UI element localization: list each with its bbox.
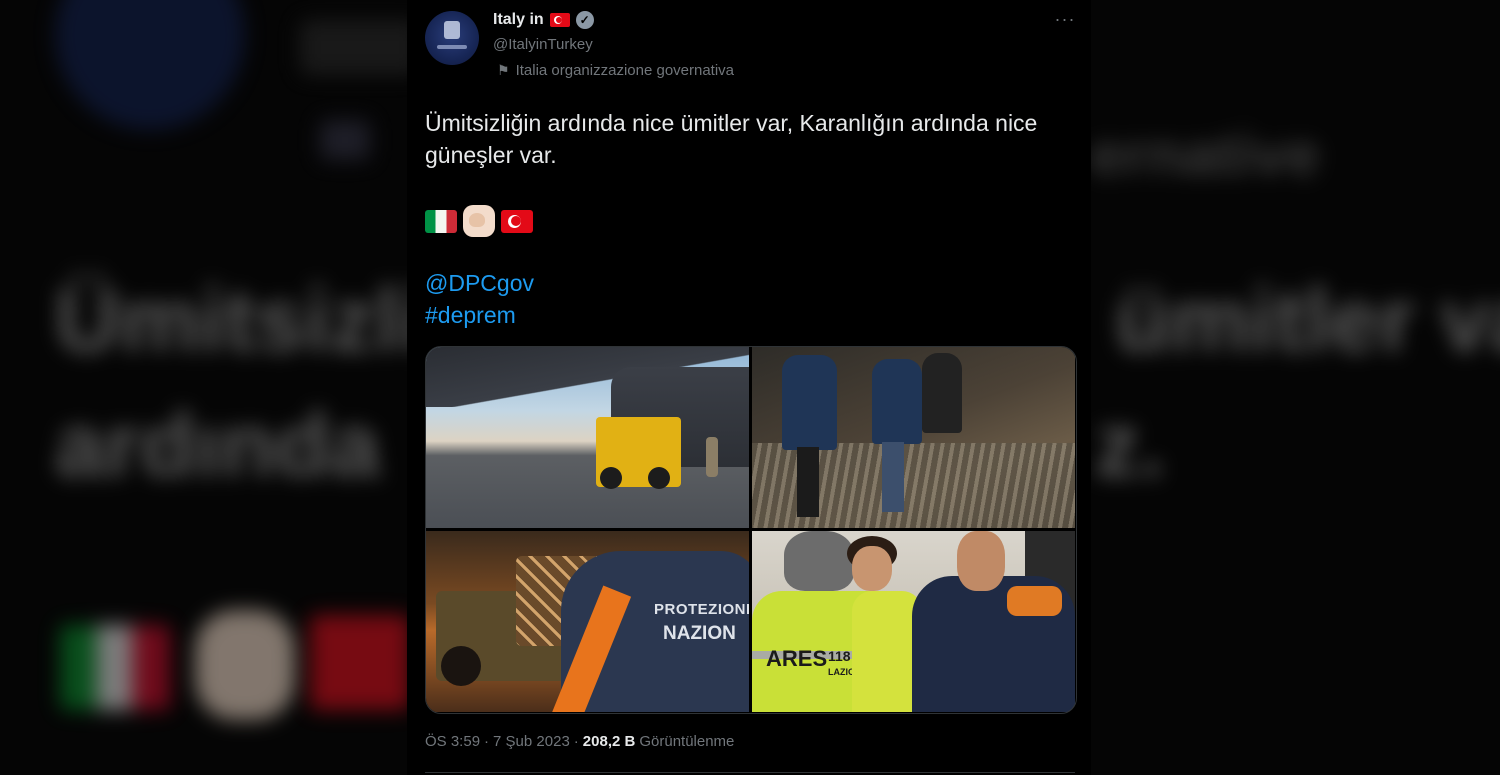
blurred-text-line2-left: ardında bbox=[55, 396, 381, 496]
orange-collar bbox=[1007, 586, 1062, 616]
blurred-italy-flag bbox=[60, 625, 170, 710]
tweet-text: Ümitsizliğin ardında nice ümitler var, K… bbox=[425, 110, 1038, 168]
worker-jacket bbox=[922, 353, 962, 433]
tweet-date[interactable]: 7 Şub 2023 bbox=[493, 733, 570, 750]
beanie bbox=[784, 531, 854, 591]
media-grid: PROTEZIONE NAZION ARES 118 LAZIO bbox=[425, 346, 1077, 714]
emblem-icon bbox=[444, 21, 460, 39]
blurred-name bbox=[300, 20, 420, 75]
photo-airplane-tarmac[interactable] bbox=[426, 347, 749, 528]
vest-text-ares: ARES bbox=[766, 646, 828, 671]
worker-face-2 bbox=[957, 531, 1005, 591]
blurred-turkey-flag bbox=[310, 615, 410, 710]
turkey-flag-icon bbox=[501, 209, 533, 233]
avatar-caption bbox=[437, 45, 467, 49]
worker-jacket bbox=[872, 359, 922, 444]
hashtag-link[interactable]: #deprem bbox=[425, 302, 516, 329]
soldier bbox=[706, 437, 718, 477]
worker-jacket bbox=[782, 355, 837, 450]
photo-loading-ramp[interactable] bbox=[752, 347, 1075, 528]
worker-legs bbox=[797, 447, 819, 517]
blurred-text-line2-right: z. bbox=[1095, 396, 1166, 496]
affiliation-label[interactable]: ⚑ Italia organizzazione governativa bbox=[497, 62, 734, 79]
blurred-text-line1-right: ümitler va bbox=[1115, 271, 1500, 371]
coat-text-line2: NAZION bbox=[663, 623, 736, 644]
vest-text-lazio: LAZIO bbox=[828, 667, 855, 677]
meta-separator: · bbox=[573, 733, 579, 750]
worker-face bbox=[852, 546, 892, 591]
author-handle[interactable]: @ItalyinTurkey bbox=[493, 36, 593, 53]
more-horizontal-icon[interactable]: ··· bbox=[1053, 10, 1077, 34]
blurred-flag-icon bbox=[320, 120, 370, 160]
coat-text-line1: PROTEZIONE bbox=[654, 601, 749, 618]
flexed-biceps-icon bbox=[463, 205, 495, 237]
flag-outline-icon: ⚑ bbox=[497, 62, 510, 78]
vest-text-118: 118 bbox=[828, 648, 851, 664]
blurred-avatar bbox=[55, 0, 245, 130]
mention-link[interactable]: @DPCgov bbox=[425, 270, 534, 297]
italy-flag-icon bbox=[425, 209, 457, 233]
blurred-text-line1-left: Ümitsizli bbox=[55, 271, 426, 371]
forklift bbox=[596, 417, 681, 489]
photo-night-cargo[interactable]: PROTEZIONE NAZION bbox=[426, 531, 749, 712]
worker-legs bbox=[882, 442, 904, 512]
tweet-card: Italy in ✓ @ItalyinTurkey ⚑ Italia organ… bbox=[407, 0, 1091, 775]
divider bbox=[425, 772, 1075, 773]
views-count: 208,2 B bbox=[582, 733, 636, 750]
turkey-flag-icon bbox=[549, 13, 570, 27]
affiliation-text: Italia organizzazione governativa bbox=[515, 62, 735, 79]
blurred-affiliation-text: ernative bbox=[1090, 121, 1321, 188]
verified-badge-icon[interactable]: ✓ bbox=[575, 11, 594, 29]
tweet-meta: ÖS 3:59 · 7 Şub 2023 · 208,2 B Görüntüle… bbox=[425, 733, 734, 750]
author-display-name[interactable]: Italy in bbox=[493, 11, 544, 29]
tweet-time[interactable]: ÖS 3:59 bbox=[425, 733, 480, 750]
views-label: Görüntülenme bbox=[639, 733, 735, 750]
emoji-row bbox=[425, 205, 533, 237]
author-avatar[interactable] bbox=[425, 11, 479, 65]
vest-text-118-lazio: 118 LAZIO bbox=[828, 649, 855, 679]
blurred-biceps bbox=[195, 610, 295, 720]
photo-workers-talking[interactable]: ARES 118 LAZIO bbox=[752, 531, 1075, 712]
meta-separator: · bbox=[484, 733, 490, 750]
author-name-row: Italy in ✓ bbox=[493, 11, 594, 29]
